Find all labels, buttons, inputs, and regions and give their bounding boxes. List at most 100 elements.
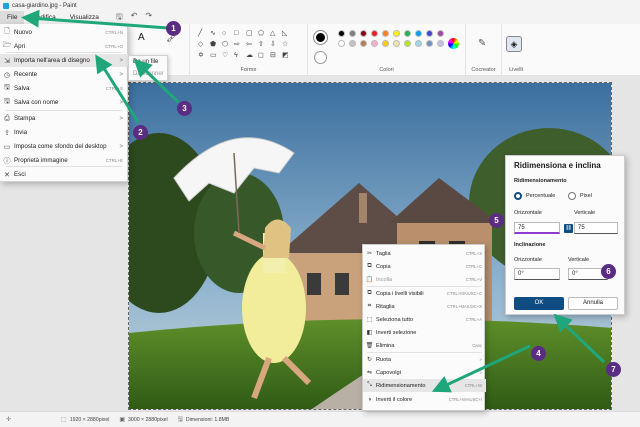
- color-swatch[interactable]: [426, 30, 433, 37]
- star-shape-icon[interactable]: ☆: [282, 41, 290, 49]
- color-swatch[interactable]: [426, 40, 433, 47]
- horizontal-input[interactable]: 75: [514, 222, 560, 234]
- save-icon[interactable]: 🖫: [116, 11, 123, 25]
- context-menu-item[interactable]: ⧉ Copia i livelli visibili CTRL+MAIUSC+C: [363, 287, 486, 300]
- menu-view[interactable]: Visualizza: [63, 11, 106, 24]
- chevron-right-icon: >: [479, 357, 482, 362]
- context-menu-item[interactable]: ⧉ Copia CTRL+C: [363, 260, 486, 273]
- step-badge-1: 1: [166, 21, 181, 36]
- file-menu-item[interactable]: ◷ Recente >: [0, 68, 128, 81]
- rounded-rect-shape-icon[interactable]: ▢: [246, 30, 254, 38]
- color-swatch[interactable]: [393, 40, 400, 47]
- context-menu-item[interactable]: 🗑 Elimina Canc: [363, 339, 486, 352]
- edit-colors-icon[interactable]: [448, 38, 459, 49]
- menu-file[interactable]: File: [0, 11, 25, 24]
- lock-ratio-icon[interactable]: ⛓: [564, 224, 573, 233]
- invert-color-icon: ◑: [367, 396, 372, 403]
- triangle-shape-icon[interactable]: △: [270, 30, 278, 38]
- color-swatch[interactable]: [382, 30, 389, 37]
- callout-shape-icon[interactable]: ▭: [210, 52, 218, 60]
- context-menu-item[interactable]: ⬚ Seleziona tutto CTRL+A: [363, 313, 486, 326]
- context-menu-item[interactable]: ⤡ Ridimensionamento CTRL+W: [363, 379, 486, 392]
- context-menu-item-label: Ridimensionamento: [376, 382, 426, 389]
- delete-icon: 🗑: [365, 343, 374, 349]
- context-menu-item[interactable]: ⌗ Ritaglia CTRL+MAIUSC+X: [363, 300, 486, 313]
- flip-icon: ⇋: [366, 370, 373, 376]
- ribbon-group-shapes: ╱ ∿ ○ □ ▢ ⬠ △ ◺ ◇ ⬟ ⬡ ⇨ ⇦ ⇧ ⇩ ☆ ✡ ▭ ♡ ϟ …: [190, 24, 308, 76]
- percent-radio[interactable]: [514, 192, 522, 200]
- color-swatch[interactable]: [404, 30, 411, 37]
- color-swatch[interactable]: [382, 40, 389, 47]
- color-swatch[interactable]: [338, 30, 345, 37]
- file-menu-item[interactable]: 🖫 Salva con nome >: [0, 96, 128, 109]
- context-menu-item-label: Inverti il colore: [376, 396, 413, 403]
- speech-shape-icon[interactable]: ◻: [258, 52, 266, 60]
- ribbon-group-cocreator: ✎ Cocreator: [466, 24, 502, 76]
- context-menu-item-label: Copia: [376, 263, 391, 270]
- chevron-right-icon: >: [119, 143, 123, 150]
- context-menu-item[interactable]: ◧ Inverti selezione: [363, 326, 486, 339]
- rect-shape-icon[interactable]: □: [234, 30, 242, 38]
- pixel-radio[interactable]: [568, 192, 576, 200]
- curve-shape-icon[interactable]: ∿: [210, 30, 218, 38]
- fill-icon[interactable]: ◩: [282, 52, 290, 60]
- line-shape-icon[interactable]: ╱: [198, 30, 206, 38]
- file-menu-item[interactable]: ⇪ Invia: [0, 126, 128, 139]
- file-menu-item[interactable]: 🖫 Salva CTRL+S: [0, 82, 128, 95]
- file-menu-item[interactable]: 🗋 Nuovo CTRL+N: [0, 26, 128, 39]
- star6-shape-icon[interactable]: ✡: [198, 52, 206, 60]
- color-swatch[interactable]: [437, 40, 444, 47]
- menu-edit[interactable]: Modifica: [24, 11, 62, 24]
- right-triangle-shape-icon[interactable]: ◺: [282, 30, 290, 38]
- import-from-file[interactable]: Da un file: [129, 56, 167, 68]
- context-menu-item[interactable]: ↻ Ruota >: [363, 353, 486, 366]
- file-menu-item[interactable]: ▭ Imposta come sfondo del desktop >: [0, 140, 128, 153]
- import-from-scanner[interactable]: Da scanner: [129, 68, 167, 80]
- arrow-left-shape-icon[interactable]: ⇦: [246, 41, 254, 49]
- undo-icon[interactable]: ↶: [131, 11, 138, 25]
- context-menu-item[interactable]: ✂ Taglia CTRL+X: [363, 247, 486, 260]
- pentagon-shape-icon[interactable]: ⬟: [210, 41, 218, 49]
- menu-divider: [367, 352, 482, 353]
- cocreator-icon[interactable]: ✎: [478, 38, 486, 49]
- color-swatch[interactable]: [371, 30, 378, 37]
- file-menu-item[interactable]: ⇲ Importa nell'area di disegno >: [0, 54, 128, 67]
- cloud-shape-icon[interactable]: ☁: [246, 52, 254, 60]
- skew-horizontal-input[interactable]: 0°: [514, 268, 560, 280]
- vertical-input[interactable]: 75: [574, 222, 618, 234]
- color-swatch[interactable]: [349, 40, 356, 47]
- lightning-shape-icon[interactable]: ϟ: [234, 52, 242, 60]
- cancel-button[interactable]: Annulla: [568, 297, 618, 310]
- arrow-down-shape-icon[interactable]: ⇩: [270, 41, 278, 49]
- color-swatch[interactable]: [415, 30, 422, 37]
- redo-icon[interactable]: ↷: [145, 11, 152, 25]
- diamond-shape-icon[interactable]: ◇: [198, 41, 206, 49]
- color-swatch[interactable]: [338, 40, 345, 47]
- primary-color[interactable]: [314, 31, 327, 44]
- color-swatch[interactable]: [360, 30, 367, 37]
- secondary-color[interactable]: [314, 51, 327, 64]
- arrow-up-shape-icon[interactable]: ⇧: [258, 41, 266, 49]
- menu-bar: File Modifica Visualizza 🖫 ↶ ↷: [0, 11, 640, 24]
- color-swatch[interactable]: [349, 30, 356, 37]
- context-menu-item[interactable]: ⇋ Capovolgi >: [363, 366, 486, 379]
- file-menu-item[interactable]: ⎙ Stampa >: [0, 112, 128, 125]
- color-swatch[interactable]: [415, 40, 422, 47]
- outline-icon[interactable]: ⊟: [270, 52, 278, 60]
- layers-icon[interactable]: ◈: [506, 36, 522, 52]
- context-menu-item[interactable]: 📋 Incolla CTRL+V: [363, 273, 486, 286]
- color-swatch[interactable]: [404, 40, 411, 47]
- color-swatch[interactable]: [393, 30, 400, 37]
- polygon-shape-icon[interactable]: ⬠: [258, 30, 266, 38]
- text-tool-icon[interactable]: A: [138, 32, 145, 43]
- ok-button[interactable]: OK: [514, 297, 564, 310]
- hexagon-shape-icon[interactable]: ⬡: [222, 41, 230, 49]
- color-swatch[interactable]: [371, 40, 378, 47]
- file-menu-item[interactable]: ✕ Esci: [0, 168, 128, 181]
- color-swatch[interactable]: [437, 30, 444, 37]
- context-menu-item[interactable]: ◑ Inverti il colore CTRL+MAIUSC+I: [363, 393, 486, 406]
- heart-shape-icon[interactable]: ♡: [222, 52, 230, 60]
- oval-shape-icon[interactable]: ○: [222, 30, 230, 38]
- color-swatch[interactable]: [360, 40, 367, 47]
- arrow-right-shape-icon[interactable]: ⇨: [234, 41, 242, 49]
